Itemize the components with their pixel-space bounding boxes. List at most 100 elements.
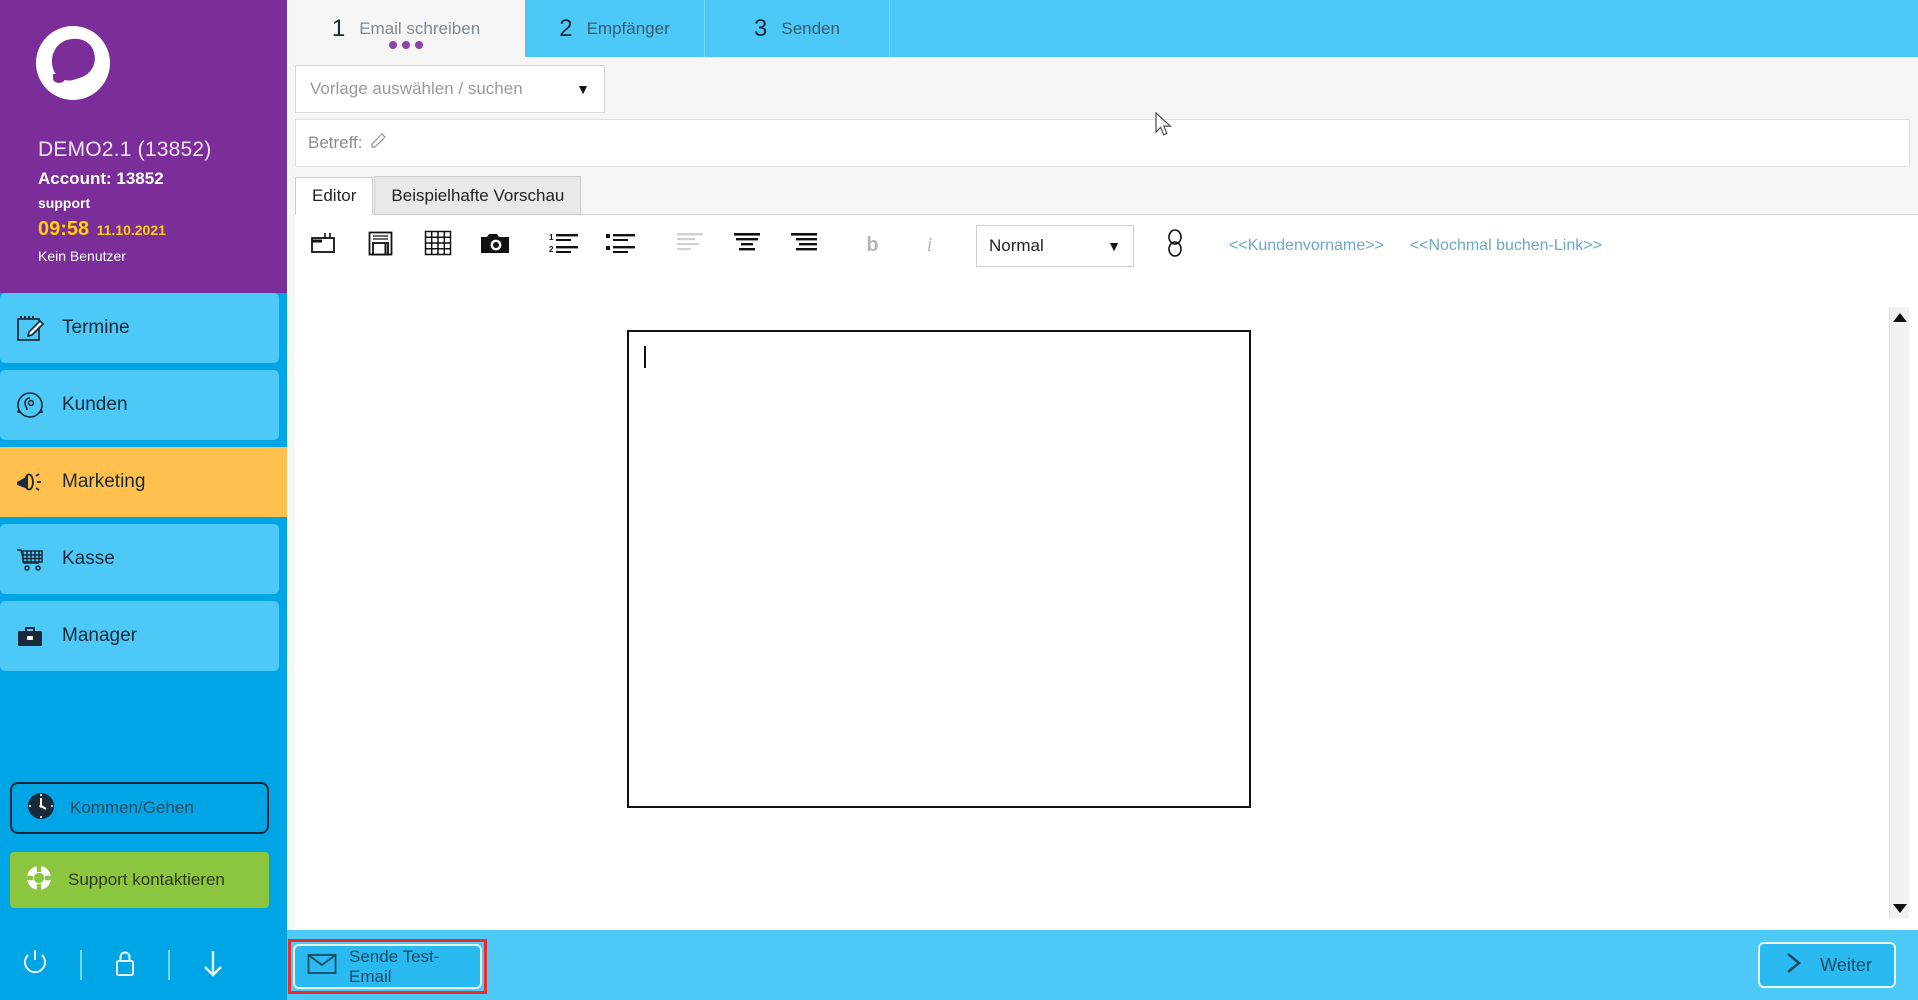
divider <box>80 950 82 980</box>
template-select[interactable]: Vorlage auswählen / suchen ▼ <box>295 65 605 113</box>
tab-beispielhafte-vorschau[interactable]: Beispielhafte Vorschau <box>374 176 582 214</box>
tab-editor-label: Editor <box>312 186 357 205</box>
tab-email-schreiben[interactable]: 1 Email schreiben <box>287 0 525 57</box>
kommen-gehen-label: Kommen/Gehen <box>70 798 194 817</box>
format-select[interactable]: Normal ▼ <box>976 224 1134 267</box>
pencil-icon[interactable] <box>370 132 387 154</box>
kommen-gehen-button[interactable]: Kommen/Gehen <box>10 782 269 834</box>
app-window: DEMO2.1 (13852) Account: 13852 support 0… <box>0 0 1918 1000</box>
compose-panel: Vorlage auswählen / suchen ▼ Betreff: Ed… <box>287 57 1918 930</box>
support-contact-label: Support kontaktieren <box>68 870 225 889</box>
format-select-value: Normal <box>989 235 1044 255</box>
wizard-tabbar: 1 Email schreiben 2 Empfänger 3 Senden <box>287 0 1918 57</box>
sidebar-item-label: Marketing <box>62 471 146 492</box>
arrow-down-icon[interactable] <box>198 946 228 985</box>
next-button[interactable]: Weiter <box>1758 942 1896 988</box>
clock-date: 11.10.2021 <box>96 222 166 238</box>
user-state: Kein Benutzer <box>38 248 126 264</box>
main-area: 1 Email schreiben 2 Empfänger 3 Senden V… <box>287 0 1918 1000</box>
bottom-action-bar: Sende Test-Email Weiter <box>287 930 1918 1000</box>
account-number: Account: 13852 <box>38 169 164 188</box>
sidebar-item-kunden[interactable]: Kunden <box>0 370 279 440</box>
ordered-list-icon: 1 2 <box>549 230 579 261</box>
insert-image-icon <box>309 230 339 261</box>
editor-toolbar: 1 2 b i Normal ▼ <<Kundenvorname>> <<Noc… <box>295 215 1918 277</box>
tab-senden[interactable]: 3 Senden <box>705 0 890 57</box>
chevron-right-icon <box>1782 950 1806 981</box>
align-left-button[interactable] <box>661 222 718 270</box>
power-icon[interactable] <box>18 946 52 985</box>
template-row: Vorlage auswählen / suchen ▼ <box>287 57 1918 119</box>
divider <box>168 950 170 980</box>
tab-number: 1 <box>331 14 346 42</box>
camera-button[interactable] <box>466 222 523 270</box>
placeholder-nochmal-buchen-link[interactable]: <<Nochmal buchen-Link>> <box>1410 237 1602 255</box>
chevron-down-icon: ▼ <box>576 81 590 97</box>
editor-canvas <box>295 277 1918 930</box>
table-grid-icon <box>423 229 453 262</box>
megaphone-icon <box>14 466 46 498</box>
editor-vertical-scrollbar[interactable] <box>1889 307 1909 918</box>
tab-number: 2 <box>559 14 573 42</box>
sidebar-item-termine[interactable]: Termine <box>0 293 279 363</box>
unordered-list-button[interactable] <box>592 222 649 270</box>
sidebar-nav: Termine Kunden Marketing Kasse Manager <box>0 293 287 671</box>
sidebar-item-kasse[interactable]: Kasse <box>0 524 279 594</box>
subject-field[interactable]: Betreff: <box>295 119 1910 167</box>
shopping-cart-icon <box>14 543 46 575</box>
triangle-up-icon[interactable] <box>1890 307 1910 327</box>
sidebar: DEMO2.1 (13852) Account: 13852 support 0… <box>0 0 287 1000</box>
svg-text:2: 2 <box>549 245 554 254</box>
account-name: DEMO2.1 (13852) <box>38 138 212 161</box>
sidebar-account-header: DEMO2.1 (13852) Account: 13852 support 0… <box>0 0 287 293</box>
svg-text:1: 1 <box>549 233 554 242</box>
italic-button[interactable]: i <box>901 222 958 270</box>
notepad-pencil-icon <box>14 312 46 344</box>
app-logo-icon <box>36 26 110 100</box>
tab-label: Senden <box>781 18 840 38</box>
send-test-email-label: Sende Test-Email <box>349 946 440 986</box>
align-right-icon <box>790 230 818 261</box>
tab-progress-dots-icon <box>389 41 423 49</box>
align-center-button[interactable] <box>718 222 775 270</box>
insert-image-button[interactable] <box>295 222 352 270</box>
clock-time: 09:58 <box>38 218 90 240</box>
bold-button[interactable]: b <box>844 222 901 270</box>
sidebar-item-label: Kasse <box>62 548 115 569</box>
template-select-placeholder: Vorlage auswählen / suchen <box>310 79 523 98</box>
email-body-input[interactable] <box>627 330 1251 808</box>
sidebar-footer-icons <box>0 930 287 1000</box>
envelope-icon <box>307 953 337 980</box>
tab-number: 3 <box>754 14 768 42</box>
insert-table-button[interactable] <box>409 222 466 270</box>
chevron-down-icon: ▼ <box>1107 237 1121 254</box>
briefcase-icon <box>14 620 46 652</box>
align-right-button[interactable] <box>775 222 832 270</box>
sidebar-item-marketing[interactable]: Marketing <box>0 447 287 517</box>
next-button-label: Weiter <box>1820 954 1872 975</box>
tab-editor[interactable]: Editor <box>295 177 374 215</box>
text-caret-icon <box>644 346 646 368</box>
save-button[interactable] <box>352 222 409 270</box>
sidebar-item-label: Termine <box>62 317 130 338</box>
sidebar-item-manager[interactable]: Manager <box>0 601 279 671</box>
save-floppy-icon <box>367 230 394 262</box>
insert-link-button[interactable] <box>1146 222 1203 270</box>
ordered-list-button[interactable]: 1 2 <box>535 222 592 270</box>
support-contact-button[interactable]: Support kontaktieren <box>10 852 269 908</box>
send-test-email-button[interactable]: Sende Test-Email <box>293 944 482 989</box>
tab-empfaenger[interactable]: 2 Empfänger <box>525 0 705 57</box>
clock-row: 09:58 11.10.2021 <box>38 218 269 241</box>
tab-label: Empfänger <box>586 18 670 38</box>
account-role: support <box>38 195 91 211</box>
lock-icon[interactable] <box>110 946 140 985</box>
align-left-icon <box>676 230 704 261</box>
triangle-down-icon[interactable] <box>1890 898 1910 918</box>
editor-tabbar: Editor Beispielhafte Vorschau <box>295 175 1918 215</box>
camera-icon <box>479 230 511 261</box>
sidebar-item-label: Kunden <box>62 394 128 415</box>
link-chain-icon <box>1162 228 1188 263</box>
subject-label: Betreff: <box>308 133 363 152</box>
bold-icon: b <box>866 234 879 256</box>
placeholder-kundenvorname[interactable]: <<Kundenvorname>> <box>1229 237 1384 255</box>
